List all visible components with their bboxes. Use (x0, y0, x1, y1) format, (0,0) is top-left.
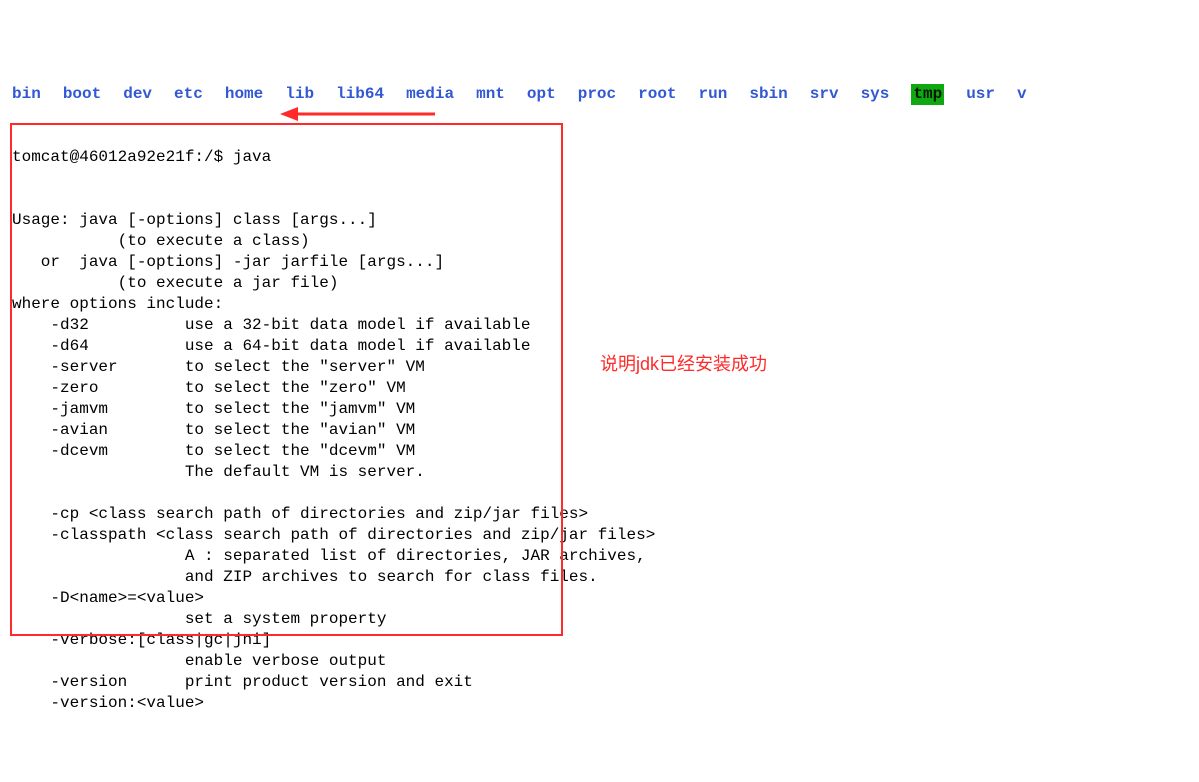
ls-item-usr: usr (966, 84, 995, 105)
output-line (12, 483, 655, 504)
ls-item-bin: bin (12, 84, 41, 105)
output-line: where options include: (12, 294, 655, 315)
java-usage-output: Usage: java [-options] class [args...] (… (12, 210, 655, 714)
output-line: -version:<value> (12, 693, 655, 714)
ls-item-lib: lib (285, 84, 314, 105)
output-line: or java [-options] -jar jarfile [args...… (12, 252, 655, 273)
output-line: -verbose:[class|gc|jni] (12, 630, 655, 651)
ls-item-proc: proc (578, 84, 616, 105)
terminal-output: tomcat@46012a92e21f:/$ java Usage: java … (12, 105, 655, 756)
ls-item-srv: srv (810, 84, 839, 105)
ls-item-opt: opt (527, 84, 556, 105)
ls-item-mnt: mnt (476, 84, 505, 105)
terminal-screenshot: bin boot dev etc home lib lib64 media mnt opt proc… (0, 84, 1199, 677)
ls-item-tmp: tmp (911, 84, 944, 105)
output-line: -zero to select the "zero" VM (12, 378, 655, 399)
output-line: -dcevm to select the "dcevm" VM (12, 441, 655, 462)
ls-item-v: v (1017, 84, 1027, 105)
ls-item-home: home (225, 84, 263, 105)
output-line: -d64 use a 64-bit data model if availabl… (12, 336, 655, 357)
ls-item-etc: etc (174, 84, 203, 105)
ls-item-boot: boot (63, 84, 101, 105)
output-line: -version print product version and exit (12, 672, 655, 693)
ls-item-sys: sys (861, 84, 890, 105)
shell-prompt[interactable]: tomcat@46012a92e21f:/$ java (12, 147, 655, 168)
output-line: Usage: java [-options] class [args...] (12, 210, 655, 231)
ls-output-line: bin boot dev etc home lib lib64 media mnt opt proc… (12, 84, 1049, 105)
ls-item-sbin: sbin (749, 84, 787, 105)
output-line: and ZIP archives to search for class fil… (12, 567, 655, 588)
ls-item-lib64: lib64 (336, 84, 384, 105)
ls-item-media: media (406, 84, 454, 105)
output-line: -cp <class search path of directories an… (12, 504, 655, 525)
output-line: -jamvm to select the "jamvm" VM (12, 399, 655, 420)
output-line: (to execute a class) (12, 231, 655, 252)
output-line: set a system property (12, 609, 655, 630)
output-line: A : separated list of directories, JAR a… (12, 546, 655, 567)
output-line: The default VM is server. (12, 462, 655, 483)
output-line: -avian to select the "avian" VM (12, 420, 655, 441)
annotation-text: 说明jdk已经安装成功 (600, 354, 767, 375)
output-line: -classpath <class search path of directo… (12, 525, 655, 546)
output-line: -D<name>=<value> (12, 588, 655, 609)
output-line: (to execute a jar file) (12, 273, 655, 294)
ls-item-root: root (638, 84, 676, 105)
ls-item-dev: dev (123, 84, 152, 105)
output-line: -d32 use a 32-bit data model if availabl… (12, 315, 655, 336)
output-line: enable verbose output (12, 651, 655, 672)
output-line: -server to select the "server" VM (12, 357, 655, 378)
ls-item-run: run (699, 84, 728, 105)
